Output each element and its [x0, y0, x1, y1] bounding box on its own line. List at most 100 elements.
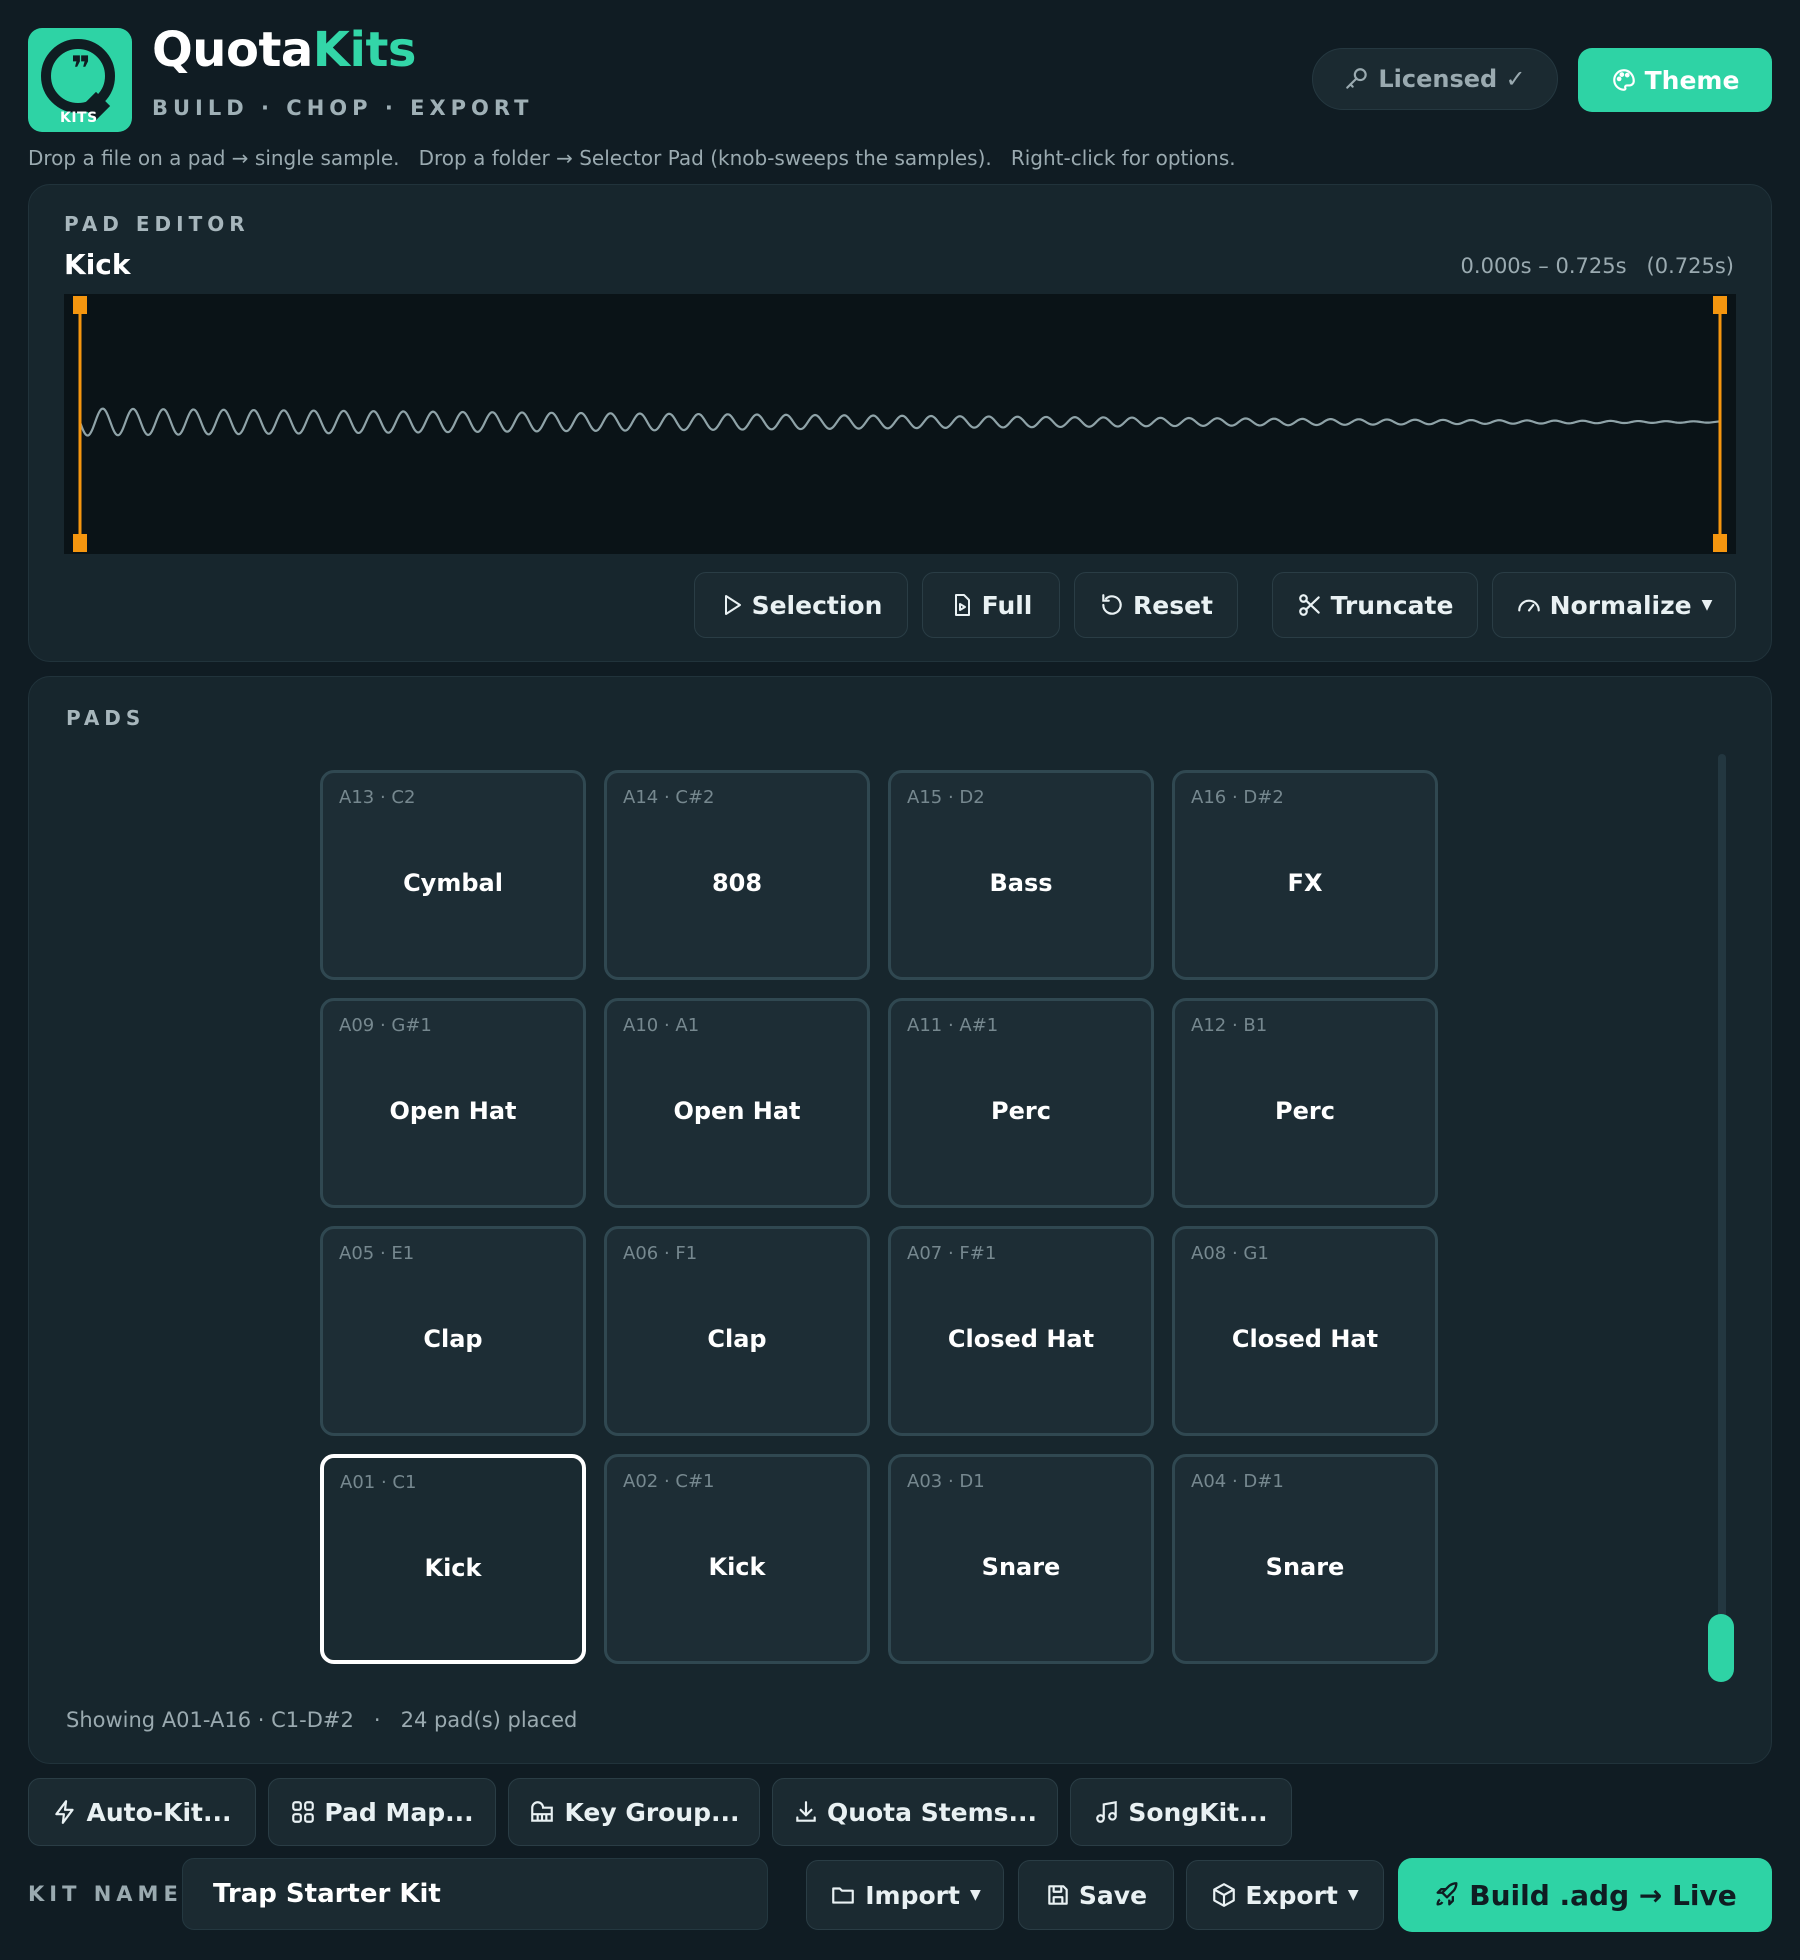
- play-selection-button[interactable]: Selection: [694, 572, 908, 638]
- selection-range: 0.000s – 0.725s (0.725s): [1460, 254, 1734, 278]
- pads-scrollbar-track[interactable]: [1718, 754, 1726, 1680]
- logo-badge: KITS: [60, 110, 98, 126]
- pad-button[interactable]: A06 · F1 Clap: [604, 1226, 870, 1436]
- pad-button[interactable]: A13 · C2 Cymbal: [320, 770, 586, 980]
- pad-label: Open Hat: [673, 1097, 801, 1125]
- licensed-button[interactable]: Licensed ✓: [1312, 48, 1558, 110]
- pad-button[interactable]: A04 · D#1 Snare: [1172, 1454, 1438, 1664]
- end-marker-bottom-handle[interactable]: [1713, 534, 1727, 552]
- pad-note: A08 · G1: [1191, 1243, 1269, 1264]
- start-marker-bottom-handle[interactable]: [73, 534, 87, 552]
- editor-pad-name: Kick: [64, 248, 131, 281]
- rocket-icon: [1436, 1882, 1458, 1906]
- pad-button[interactable]: A15 · D2 Bass: [888, 770, 1154, 980]
- songkit-button[interactable]: SongKit...: [1070, 1778, 1292, 1846]
- pad-note: A13 · C2: [339, 787, 416, 808]
- normalize-button[interactable]: Normalize ▼: [1492, 572, 1736, 638]
- pad-note: A06 · F1: [623, 1243, 698, 1264]
- app-logo: ❞ KITS: [28, 28, 132, 132]
- kit-name-label: KIT NAME: [28, 1882, 183, 1906]
- pad-button[interactable]: A02 · C#1 Kick: [604, 1454, 870, 1664]
- pad-button[interactable]: A07 · F#1 Closed Hat: [888, 1226, 1154, 1436]
- play-full-button[interactable]: Full: [922, 572, 1060, 638]
- save-button[interactable]: Save: [1018, 1860, 1174, 1930]
- pad-button[interactable]: A05 · E1 Clap: [320, 1226, 586, 1436]
- pad-label: Snare: [981, 1553, 1061, 1581]
- scissors-icon: [1298, 594, 1320, 616]
- pad-note: A10 · A1: [623, 1015, 700, 1036]
- quota-stems-button[interactable]: Quota Stems...: [772, 1778, 1058, 1846]
- pad-label: Snare: [1265, 1553, 1345, 1581]
- lightning-icon: [55, 1800, 75, 1824]
- pad-note: A11 · A#1: [907, 1015, 999, 1036]
- pads-scrollbar-thumb[interactable]: [1708, 1614, 1734, 1682]
- pad-label: Open Hat: [389, 1097, 517, 1125]
- piano-icon: [531, 1801, 554, 1822]
- usage-hint: Drop a file on a pad → single sample. Dr…: [28, 146, 1236, 170]
- play-icon: [724, 595, 741, 615]
- licensed-label: Licensed ✓: [1378, 65, 1526, 93]
- pad-button[interactable]: A03 · D1 Snare: [888, 1454, 1154, 1664]
- pad-label: Cymbal: [403, 869, 503, 897]
- reset-button[interactable]: Reset: [1074, 572, 1238, 638]
- pad-note: A05 · E1: [339, 1243, 415, 1264]
- truncate-button[interactable]: Truncate: [1272, 572, 1478, 638]
- export-button[interactable]: Export ▼: [1186, 1860, 1384, 1930]
- pad-button[interactable]: A16 · D#2 FX: [1172, 770, 1438, 980]
- folder-icon: [832, 1887, 855, 1904]
- pad-button[interactable]: A14 · C#2 808: [604, 770, 870, 980]
- pad-note: A09 · G#1: [339, 1015, 432, 1036]
- build-adg-button[interactable]: Build .adg → Live: [1398, 1858, 1772, 1932]
- import-button[interactable]: Import ▼: [806, 1860, 1004, 1930]
- pad-note: A03 · D1: [907, 1471, 985, 1492]
- auto-kit-button[interactable]: Auto-Kit...: [28, 1778, 256, 1846]
- chevron-down-icon: ▼: [1701, 597, 1713, 613]
- theme-button[interactable]: Theme: [1578, 48, 1772, 112]
- chevron-down-icon: ▼: [1347, 1887, 1359, 1903]
- pad-button[interactable]: A10 · A1 Open Hat: [604, 998, 870, 1208]
- pads-heading: PADS: [66, 706, 146, 730]
- gauge-icon: [1517, 599, 1540, 612]
- pad-button[interactable]: A01 · C1 Kick: [320, 1454, 586, 1664]
- pad-note: A14 · C#2: [623, 787, 715, 808]
- app-tagline: BUILD · CHOP · EXPORT: [152, 96, 534, 120]
- key-icon: [1346, 68, 1368, 89]
- pad-label: Closed Hat: [947, 1325, 1095, 1353]
- pad-label: Perc: [991, 1097, 1051, 1125]
- pad-note: A12 · B1: [1191, 1015, 1268, 1036]
- file-play-icon: [954, 594, 970, 616]
- end-marker-top-handle[interactable]: [1713, 296, 1727, 314]
- pad-label: FX: [1287, 869, 1323, 897]
- music-note-icon: [1096, 1800, 1118, 1823]
- floppy-disk-icon: [1048, 1885, 1068, 1905]
- pad-map-button[interactable]: Pad Map...: [268, 1778, 496, 1846]
- app-title: QuotaKits: [152, 22, 416, 78]
- pad-note: A04 · D#1: [1191, 1471, 1284, 1492]
- pad-label: 808: [711, 869, 763, 897]
- grid-icon: [292, 1801, 315, 1823]
- download-icon: [796, 1801, 816, 1822]
- pad-note: A07 · F#1: [907, 1243, 997, 1264]
- waveform: [73, 296, 1727, 552]
- kit-name-input[interactable]: [182, 1858, 768, 1930]
- waveform-view[interactable]: [64, 294, 1736, 554]
- theme-label: Theme: [1644, 65, 1740, 95]
- pad-note: A02 · C#1: [623, 1471, 715, 1492]
- pad-label: Clap: [423, 1325, 483, 1353]
- package-icon: [1213, 1883, 1236, 1907]
- pad-button[interactable]: A12 · B1 Perc: [1172, 998, 1438, 1208]
- key-group-button[interactable]: Key Group...: [508, 1778, 760, 1846]
- pad-note: A15 · D2: [907, 787, 985, 808]
- pad-note: A16 · D#2: [1191, 787, 1284, 808]
- pad-note: A01 · C1: [340, 1472, 417, 1493]
- pad-label: Closed Hat: [1231, 1325, 1379, 1353]
- pad-label: Clap: [707, 1325, 767, 1353]
- pad-button[interactable]: A09 · G#1 Open Hat: [320, 998, 586, 1208]
- pad-button[interactable]: A11 · A#1 Perc: [888, 998, 1154, 1208]
- start-marker-top-handle[interactable]: [73, 296, 87, 314]
- chevron-down-icon: ▼: [969, 1887, 981, 1903]
- pad-editor-heading: PAD EDITOR: [64, 212, 250, 236]
- pads-status: Showing A01-A16 · C1-D#2 · 24 pad(s) pla…: [66, 1708, 578, 1732]
- pad-button[interactable]: A08 · G1 Closed Hat: [1172, 1226, 1438, 1436]
- pad-label: Bass: [989, 869, 1053, 897]
